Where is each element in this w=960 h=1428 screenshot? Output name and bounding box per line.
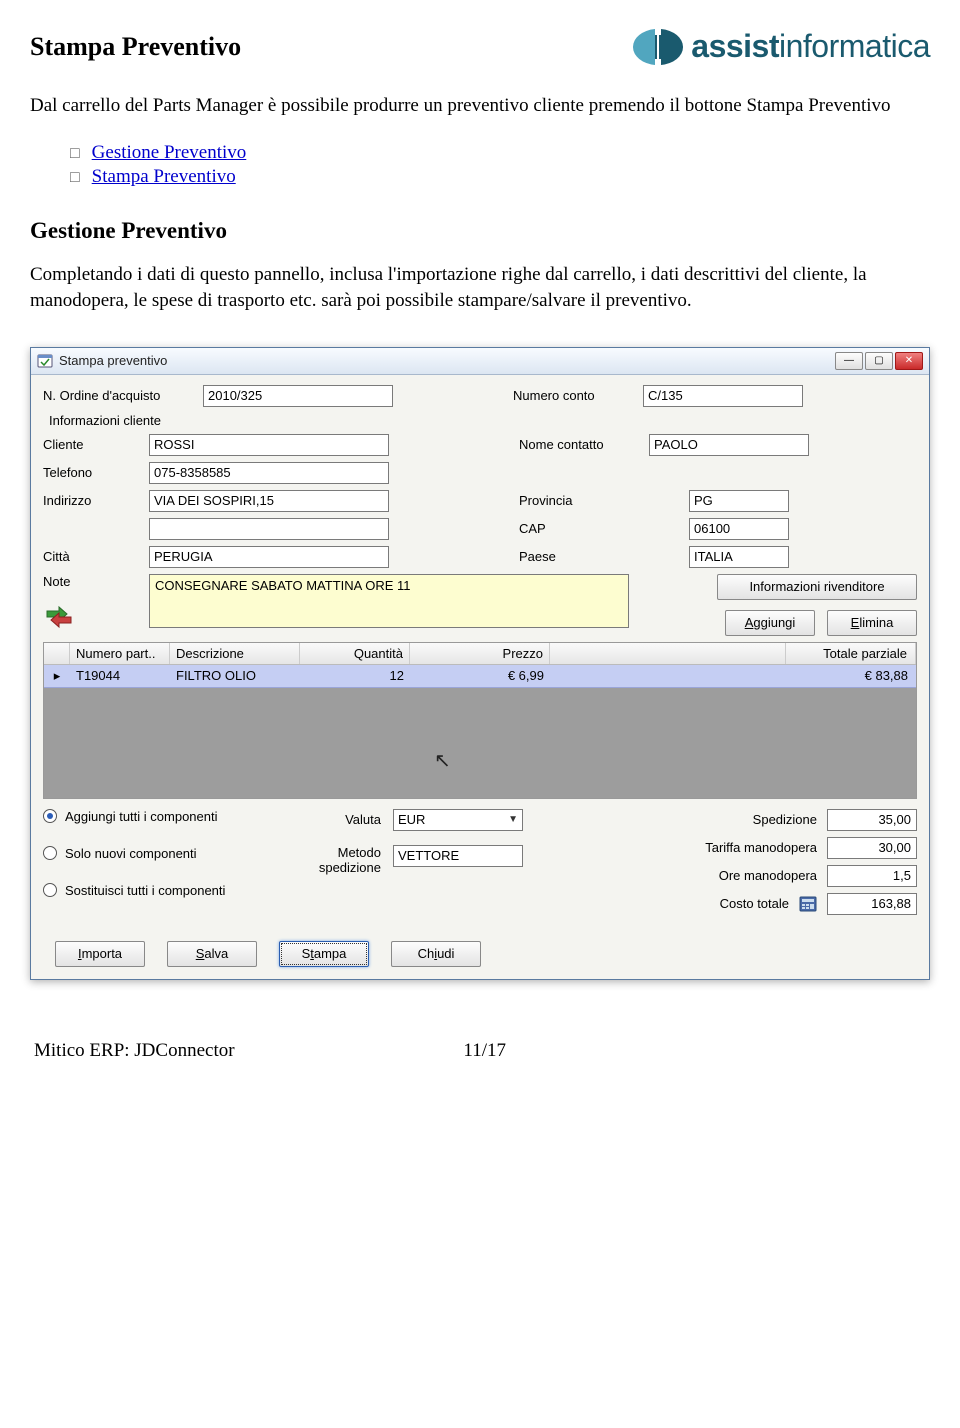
chiudi-button[interactable]: Chiudi [391, 941, 481, 967]
input-metodo-spedizione[interactable]: VETTORE [393, 845, 523, 867]
footer-page: 11/17 [463, 1040, 506, 1062]
select-valuta-value: EUR [398, 812, 425, 827]
parts-grid: Numero part.. Descrizione Quantità Prezz… [43, 642, 917, 799]
cell-prezzo: € 6,99 [410, 665, 550, 687]
select-valuta[interactable]: EUR ▼ [393, 809, 523, 831]
section-description: Completando i dati di questo pannello, i… [30, 262, 930, 315]
input-cap[interactable]: 06100 [689, 518, 789, 540]
col-descrizione[interactable]: Descrizione [170, 643, 300, 664]
section-title: Gestione Preventivo [30, 218, 930, 244]
label-radio-sostituisci: Sostituisci tutti i componenti [65, 883, 225, 898]
label-metodo-spedizione: Metodo spedizione [291, 845, 381, 876]
cell-quantita: 12 [300, 665, 410, 687]
window-app-icon [37, 353, 53, 369]
input-provincia[interactable]: PG [689, 490, 789, 512]
page-title: Stampa Preventivo [30, 32, 241, 62]
label-n-ordine: N. Ordine d'acquisto [43, 388, 193, 403]
radio-solo-nuovi[interactable] [43, 846, 57, 860]
label-tariffa-manodopera: Tariffa manodopera [705, 840, 817, 855]
radio-sostituisci[interactable] [43, 883, 57, 897]
table-row[interactable]: ▸ T19044 FILTRO OLIO 12 € 6,99 € 83,88 [44, 665, 916, 688]
output-costo-totale: 163,88 [827, 893, 917, 915]
cell-numero-part: T19044 [70, 665, 170, 687]
window-maximize-button[interactable]: ▢ [865, 352, 893, 370]
link-gestione-preventivo[interactable]: Gestione Preventivo [92, 142, 247, 163]
col-quantita[interactable]: Quantità [300, 643, 410, 664]
label-citta: Città [43, 549, 139, 564]
radio-aggiungi-tutti[interactable] [43, 809, 57, 823]
label-telefono: Telefono [43, 465, 139, 480]
chevron-down-icon: ▼ [508, 814, 518, 825]
calculator-icon[interactable] [799, 896, 817, 912]
col-totale-parziale[interactable]: Totale parziale [786, 643, 916, 664]
groupbox-informazioni-cliente: Informazioni cliente [49, 413, 917, 428]
elimina-button[interactable]: Elimina [827, 610, 917, 636]
salva-button[interactable]: Salva [167, 941, 257, 967]
input-tariffa-manodopera[interactable]: 30,00 [827, 837, 917, 859]
label-cliente: Cliente [43, 437, 139, 452]
label-provincia: Provincia [519, 493, 679, 508]
logo-text-bold: assist [691, 28, 779, 64]
company-logo: assistinformatica [633, 28, 930, 65]
row-indicator-icon: ▸ [44, 665, 70, 687]
label-valuta: Valuta [291, 812, 381, 827]
label-radio-solo-nuovi: Solo nuovi componenti [65, 846, 197, 861]
input-numero-conto[interactable]: C/135 [643, 385, 803, 407]
label-costo-totale: Costo totale [720, 896, 789, 911]
swap-icon[interactable] [43, 601, 75, 633]
grid-empty-area: ↖ [44, 688, 916, 798]
cell-totale-parziale: € 83,88 [786, 665, 916, 687]
aggiungi-button[interactable]: Aggiungi [725, 610, 815, 636]
window-title: Stampa preventivo [59, 353, 167, 368]
logo-text-light: informatica [779, 28, 930, 64]
label-nome-contatto: Nome contatto [519, 437, 639, 452]
info-rivenditore-button[interactable]: Informazioni rivenditore [717, 574, 917, 600]
dialog-stampa-preventivo: Stampa preventivo — ▢ ✕ N. Ordine d'acqu… [30, 347, 930, 980]
input-indirizzo[interactable]: VIA DEI SOSPIRI,15 [149, 490, 389, 512]
col-prezzo[interactable]: Prezzo [410, 643, 550, 664]
intro-paragraph: Dal carrello del Parts Manager è possibi… [30, 93, 930, 120]
label-numero-conto: Numero conto [513, 388, 633, 403]
input-cliente[interactable]: ROSSI [149, 434, 389, 456]
link-stampa-preventivo[interactable]: Stampa Preventivo [92, 166, 236, 187]
window-minimize-button[interactable]: — [835, 352, 863, 370]
input-ore-manodopera[interactable]: 1,5 [827, 865, 917, 887]
input-n-ordine[interactable]: 2010/325 [203, 385, 393, 407]
input-telefono[interactable]: 075-8358585 [149, 462, 389, 484]
cursor-icon: ↖ [434, 748, 451, 773]
footer-product: Mitico ERP: JDConnector [34, 1040, 235, 1062]
label-spedizione: Spedizione [753, 812, 817, 827]
importa-button[interactable]: Importa [55, 941, 145, 967]
label-indirizzo: Indirizzo [43, 493, 139, 508]
label-note: Note [43, 574, 139, 589]
stampa-button[interactable]: Stampa [279, 941, 369, 967]
window-close-button[interactable]: ✕ [895, 352, 923, 370]
label-paese: Paese [519, 549, 679, 564]
window-titlebar: Stampa preventivo — ▢ ✕ [31, 348, 929, 375]
col-numero-part[interactable]: Numero part.. [70, 643, 170, 664]
label-cap: CAP [519, 521, 679, 536]
label-ore-manodopera: Ore manodopera [719, 868, 817, 883]
grid-header: Numero part.. Descrizione Quantità Prezz… [44, 643, 916, 665]
logo-icon [633, 29, 683, 65]
input-paese[interactable]: ITALIA [689, 546, 789, 568]
input-indirizzo2[interactable] [149, 518, 389, 540]
textarea-note[interactable]: CONSEGNARE SABATO MATTINA ORE 11 [149, 574, 629, 628]
input-nome-contatto[interactable]: PAOLO [649, 434, 809, 456]
cell-descrizione: FILTRO OLIO [170, 665, 300, 687]
input-citta[interactable]: PERUGIA [149, 546, 389, 568]
input-spedizione[interactable]: 35,00 [827, 809, 917, 831]
label-radio-aggiungi-tutti: Aggiungi tutti i componenti [65, 809, 217, 824]
